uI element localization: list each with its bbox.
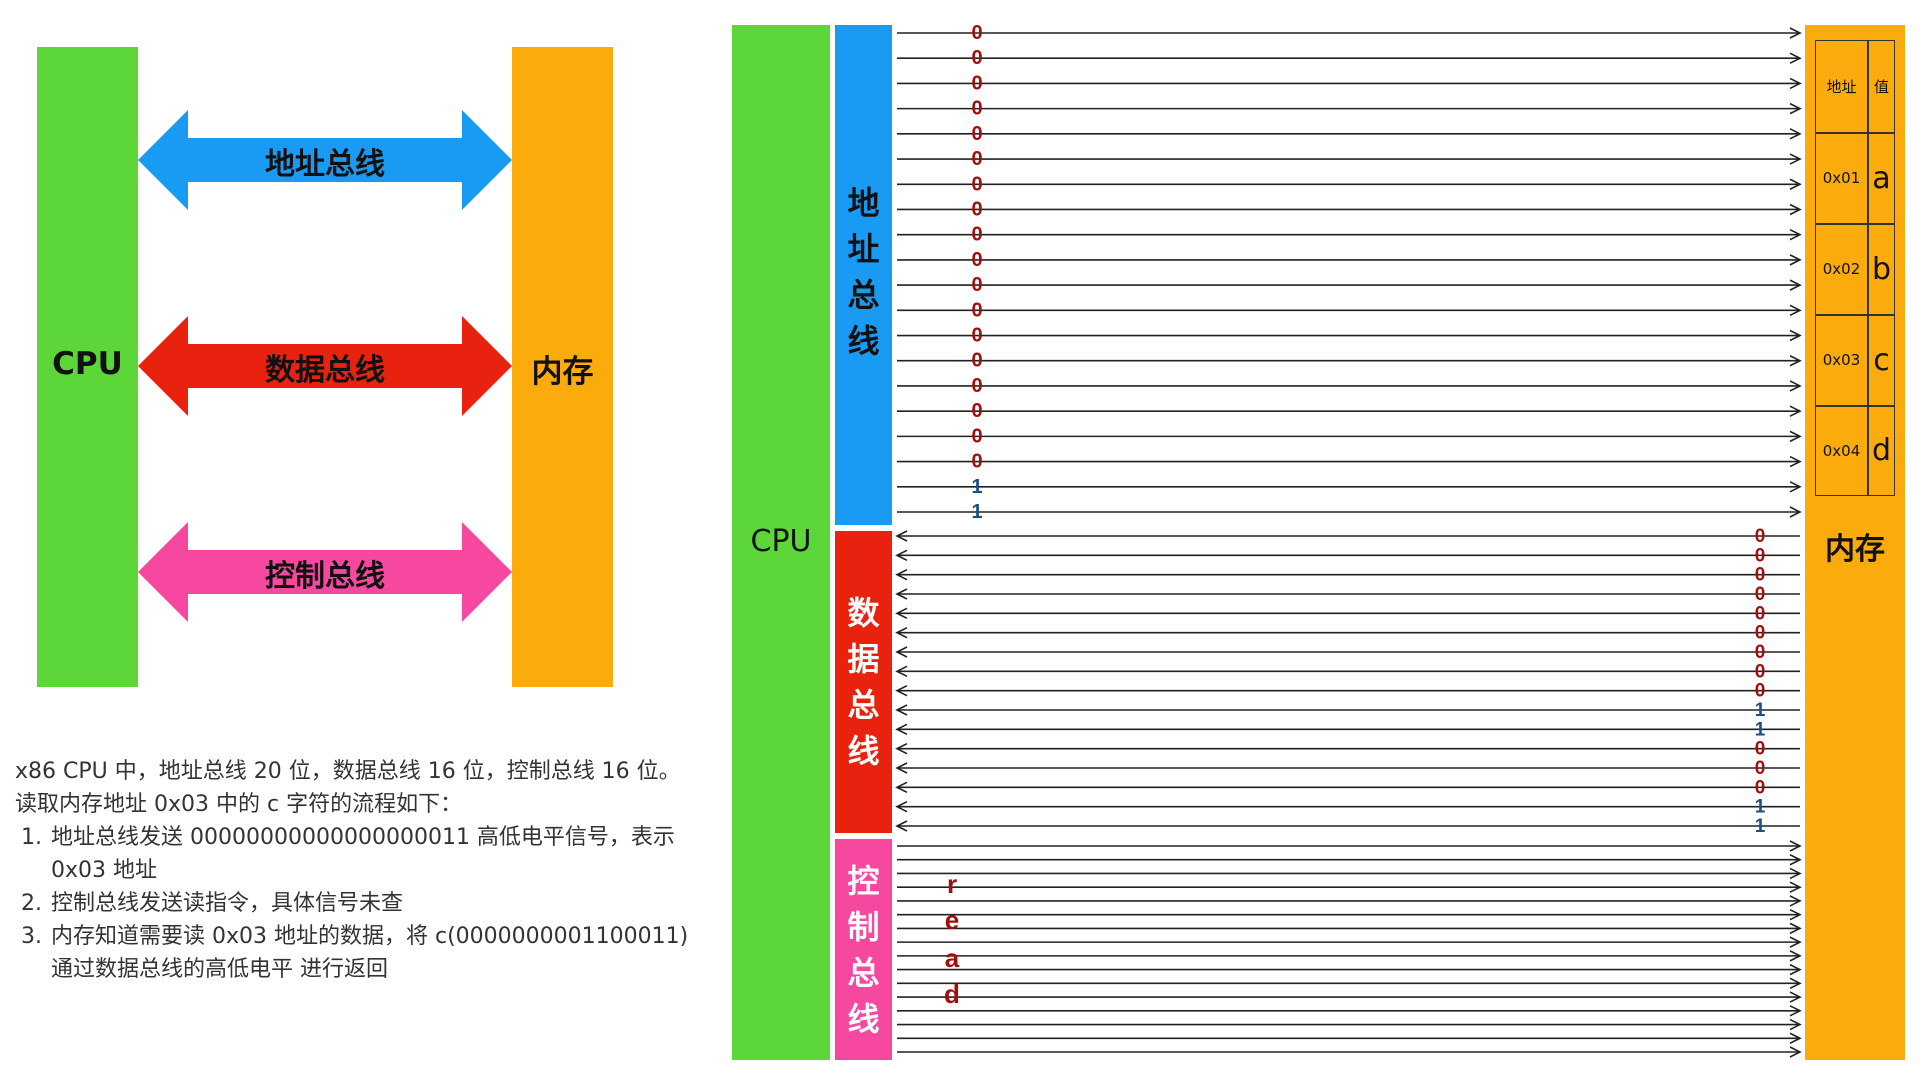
control-signal-letter: d (944, 979, 960, 1009)
bit-label: 0 (971, 47, 982, 69)
control-signal-letter: r (947, 869, 957, 899)
bit-label: 1 (1755, 816, 1766, 837)
bit-label: 0 (1755, 758, 1766, 779)
bit-label: 0 (971, 198, 982, 220)
bit-label: 0 (971, 425, 982, 447)
bit-label: 0 (1755, 739, 1766, 760)
bit-label: 0 (971, 173, 982, 195)
bit-label: 0 (971, 451, 982, 473)
bit-label: 0 (1755, 623, 1766, 644)
bit-label: 0 (971, 249, 982, 271)
bit-label: 0 (1755, 526, 1766, 547)
bit-label: 0 (1755, 642, 1766, 663)
bit-label: 0 (971, 274, 982, 296)
bit-label: 0 (971, 350, 982, 372)
bit-label: 1 (1755, 719, 1766, 740)
bit-label: 0 (1755, 603, 1766, 624)
bit-label: 0 (1755, 777, 1766, 798)
bit-label: 1 (1755, 700, 1766, 721)
control-signal-letter: e (945, 905, 959, 935)
bit-label: 0 (971, 98, 982, 120)
bit-label: 0 (971, 375, 982, 397)
bus-signal-lines: 000000000000000000110000000001100011read (895, 22, 1802, 1058)
bit-label: 0 (971, 325, 982, 347)
bit-label: 0 (971, 148, 982, 170)
bit-label: 0 (1755, 565, 1766, 586)
bit-label: 0 (1755, 681, 1766, 702)
bit-label: 0 (971, 123, 982, 145)
bit-label: 0 (971, 22, 982, 44)
bit-label: 0 (971, 72, 982, 94)
bit-label: 1 (971, 476, 982, 498)
bit-label: 0 (971, 224, 982, 246)
bit-label: 0 (971, 400, 982, 422)
bit-label: 1 (1755, 797, 1766, 818)
bit-label: 0 (1755, 661, 1766, 682)
bit-label: 0 (1755, 545, 1766, 566)
bit-label: 0 (1755, 584, 1766, 605)
bit-label: 1 (971, 501, 982, 523)
bit-label: 0 (971, 299, 982, 321)
control-signal-letter: a (945, 943, 960, 973)
